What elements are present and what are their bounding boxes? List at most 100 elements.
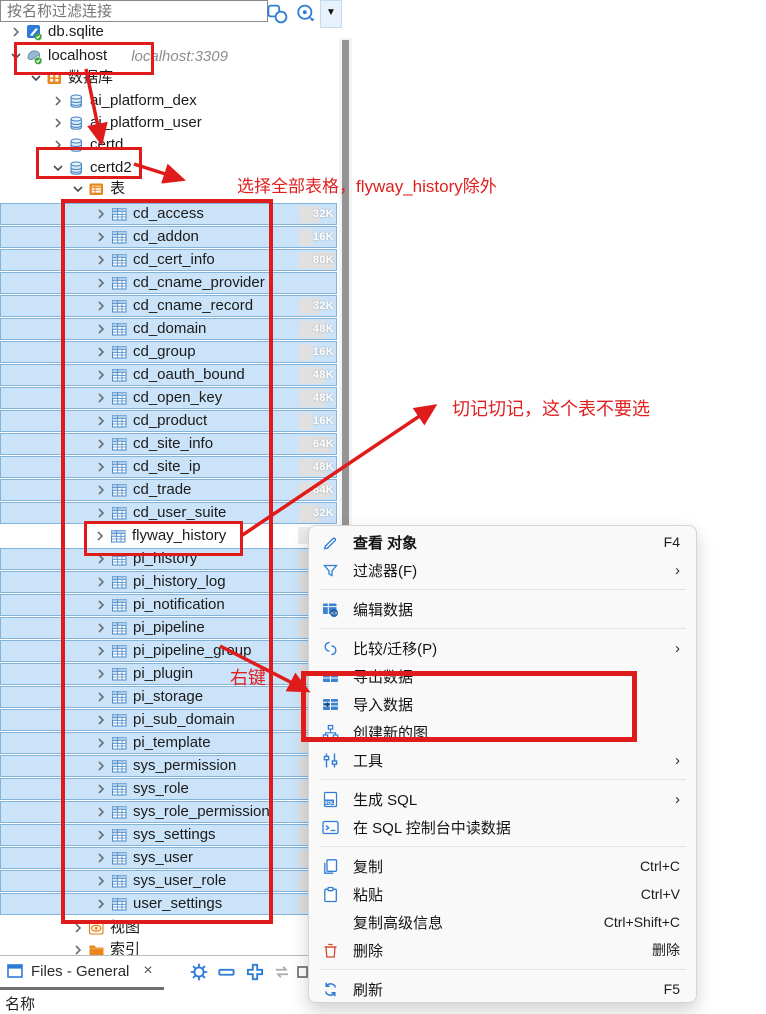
tree-row-pi_pipeline[interactable]: pi_pipeline — [0, 617, 337, 639]
menu-delete[interactable]: 删除删除 — [309, 936, 696, 964]
gear-icon[interactable] — [188, 961, 210, 983]
chevron-collapsed-icon[interactable] — [93, 873, 109, 889]
tree-row-cd_site_ip[interactable]: cd_site_ip48K — [0, 456, 337, 478]
menu-view-object[interactable]: 查看 对象F4 — [309, 528, 696, 556]
collapse-all-icon[interactable] — [216, 961, 238, 983]
chevron-collapsed-icon[interactable] — [93, 574, 109, 590]
tree-row-tables-folder[interactable]: 表 — [0, 178, 337, 200]
chevron-collapsed-icon[interactable] — [93, 666, 109, 682]
tree-row-pi_sub_domain[interactable]: pi_sub_domain — [0, 709, 337, 731]
tree-row-cd_access[interactable]: cd_access32K — [0, 203, 337, 225]
tree-row-cd_site_info[interactable]: cd_site_info64K — [0, 433, 337, 455]
tree-row-pi_history_log[interactable]: pi_history_log — [0, 571, 337, 593]
tree-row-cd_group[interactable]: cd_group16K — [0, 341, 337, 363]
tree-row-cd_open_key[interactable]: cd_open_key48K — [0, 387, 337, 409]
chevron-expanded-icon[interactable] — [28, 70, 44, 86]
chevron-collapsed-icon[interactable] — [93, 206, 109, 222]
menu-copy-advanced[interactable]: 复制高级信息Ctrl+Shift+C — [309, 908, 696, 936]
menu-refresh[interactable]: 刷新F5 — [309, 975, 696, 1003]
chevron-collapsed-icon[interactable] — [93, 850, 109, 866]
chevron-collapsed-icon[interactable] — [93, 781, 109, 797]
chevron-collapsed-icon[interactable] — [8, 24, 24, 40]
chevron-collapsed-icon[interactable] — [93, 620, 109, 636]
chevron-collapsed-icon[interactable] — [50, 93, 66, 109]
menu-compare-migrate[interactable]: 比较/迁移(P)› — [309, 634, 696, 662]
menu-paste[interactable]: 粘贴Ctrl+V — [309, 880, 696, 908]
chevron-collapsed-icon[interactable] — [93, 390, 109, 406]
menu-edit-data[interactable]: <>编辑数据 — [309, 595, 696, 623]
tree-row-flyway_history[interactable]: flyway_history — [0, 525, 337, 547]
chevron-collapsed-icon[interactable] — [93, 436, 109, 452]
chevron-collapsed-icon[interactable] — [93, 505, 109, 521]
chevron-collapsed-icon[interactable] — [93, 275, 109, 291]
tree-row-cd_trade[interactable]: cd_trade64K — [0, 479, 337, 501]
partial-toolbar-icon[interactable] — [296, 961, 308, 983]
tree-row-user_settings[interactable]: user_settings — [0, 893, 337, 915]
chevron-collapsed-icon[interactable] — [93, 344, 109, 360]
menu-import-data[interactable]: 导入数据 — [309, 690, 696, 718]
tree-row-cd_cname_record[interactable]: cd_cname_record32K — [0, 295, 337, 317]
tree-row-pi_storage[interactable]: pi_storage — [0, 686, 337, 708]
tree-row-certd[interactable]: certd — [0, 134, 337, 156]
menu-create-diagram[interactable]: 创建新的图 — [309, 718, 696, 746]
chevron-collapsed-icon[interactable] — [70, 920, 86, 936]
menu-tools[interactable]: 工具› — [309, 746, 696, 774]
tree-row-sys_role[interactable]: sys_role — [0, 778, 337, 800]
chevron-collapsed-icon[interactable] — [93, 413, 109, 429]
tree-row-ai_platform_dex[interactable]: ai_platform_dex — [0, 90, 337, 112]
chevron-collapsed-icon[interactable] — [93, 712, 109, 728]
link-object-icon[interactable] — [266, 2, 290, 26]
tree-row-ai_platform_user[interactable]: ai_platform_user — [0, 112, 337, 134]
chevron-collapsed-icon[interactable] — [93, 758, 109, 774]
expand-all-icon[interactable] — [244, 961, 266, 983]
tree-row-pi_pipeline_group[interactable]: pi_pipeline_group — [0, 640, 337, 662]
chevron-collapsed-icon[interactable] — [93, 896, 109, 912]
chevron-collapsed-icon[interactable] — [93, 252, 109, 268]
tree-row-cd_oauth_bound[interactable]: cd_oauth_bound48K — [0, 364, 337, 386]
chevron-collapsed-icon[interactable] — [93, 597, 109, 613]
select-connection-icon[interactable] — [294, 2, 318, 26]
chevron-collapsed-icon[interactable] — [50, 137, 66, 153]
chevron-collapsed-icon[interactable] — [93, 482, 109, 498]
tree-row-cd_addon[interactable]: cd_addon16K — [0, 226, 337, 248]
menu-generate-sql[interactable]: SQL生成 SQL› — [309, 785, 696, 813]
chevron-expanded-icon[interactable] — [8, 48, 24, 64]
link-with-editor-icon[interactable] — [271, 961, 293, 983]
chevron-collapsed-icon[interactable] — [93, 459, 109, 475]
menu-export-data[interactable]: 导出数据 — [309, 662, 696, 690]
chevron-collapsed-icon[interactable] — [93, 229, 109, 245]
chevron-collapsed-icon[interactable] — [93, 735, 109, 751]
menu-copy[interactable]: 复制Ctrl+C — [309, 852, 696, 880]
tree-row-databases-folder[interactable]: 数据库 — [0, 67, 337, 89]
tree-row-cd_product[interactable]: cd_product16K — [0, 410, 337, 432]
tab-files-general[interactable]: Files - General × — [6, 962, 153, 980]
chevron-collapsed-icon[interactable] — [93, 551, 109, 567]
tree-row-pi_plugin[interactable]: pi_plugin — [0, 663, 337, 685]
tree-row-certd2[interactable]: certd2 — [0, 157, 337, 179]
tree-row-sys_permission[interactable]: sys_permission — [0, 755, 337, 777]
tree-row-cd_cname_provider[interactable]: cd_cname_provider — [0, 272, 337, 294]
chevron-collapsed-icon[interactable] — [93, 689, 109, 705]
chevron-collapsed-icon[interactable] — [93, 298, 109, 314]
tree-row-pi_history[interactable]: pi_history — [0, 548, 337, 570]
menu-read-in-sql-console[interactable]: 在 SQL 控制台中读数据 — [309, 813, 696, 841]
chevron-collapsed-icon[interactable] — [93, 804, 109, 820]
chevron-collapsed-icon[interactable] — [93, 827, 109, 843]
tree-row-sys_settings[interactable]: sys_settings — [0, 824, 337, 846]
chevron-collapsed-icon[interactable] — [93, 643, 109, 659]
connection-filter-input[interactable] — [0, 0, 268, 22]
chevron-expanded-icon[interactable] — [50, 160, 66, 176]
chevron-collapsed-icon[interactable] — [93, 321, 109, 337]
close-icon[interactable]: × — [143, 962, 152, 980]
tree-row-sys_user[interactable]: sys_user — [0, 847, 337, 869]
menu-filter[interactable]: 过滤器(F)› — [309, 556, 696, 584]
chevron-collapsed-icon[interactable] — [50, 115, 66, 131]
chevron-expanded-icon[interactable] — [70, 181, 86, 197]
tree-row-views-folder[interactable]: 视图 — [0, 917, 337, 939]
tree-row-sys_role_permission[interactable]: sys_role_permission — [0, 801, 337, 823]
tree-row-sys_user_role[interactable]: sys_user_role — [0, 870, 337, 892]
chevron-collapsed-icon[interactable] — [93, 367, 109, 383]
tree-row-localhost[interactable]: localhostlocalhost:3309 — [0, 45, 337, 67]
chevron-collapsed-icon[interactable] — [92, 528, 108, 544]
tree-row-pi_template[interactable]: pi_template — [0, 732, 337, 754]
